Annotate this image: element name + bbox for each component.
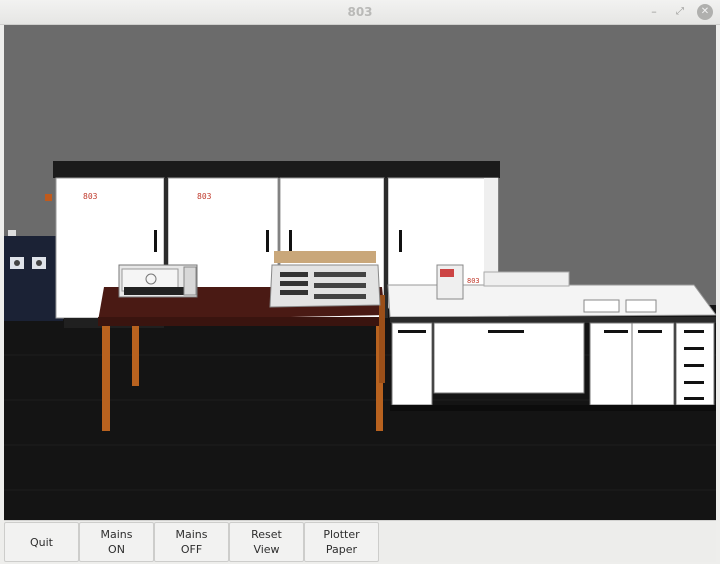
cabinet-label-1: 803: [83, 192, 98, 201]
window-title: 803: [347, 5, 373, 19]
mains-on-label-2: ON: [108, 543, 125, 556]
app-window: 803 – ⤢ ✕ 803 803 803 Quit Mains ON Main…: [0, 0, 720, 564]
plotter-paper-button[interactable]: Plotter Paper: [304, 522, 379, 562]
control-panel-device: [269, 251, 381, 308]
power-box: [4, 230, 63, 321]
3d-scene-viewport[interactable]: 803 803 803: [4, 25, 716, 520]
plotter-paper-label-2: Paper: [325, 543, 358, 556]
mains-on-button[interactable]: Mains ON: [79, 522, 154, 562]
mains-off-label-1: Mains: [175, 528, 208, 541]
mains-off-button[interactable]: Mains OFF: [154, 522, 229, 562]
maximize-icon[interactable]: ⤢: [672, 4, 688, 20]
cabinet-label-2: 803: [197, 192, 212, 201]
mains-on-label-1: Mains: [100, 528, 133, 541]
console-instrument: [436, 264, 464, 300]
reset-view-label-1: Reset: [251, 528, 282, 541]
bottom-toolbar: Quit Mains ON Mains OFF Reset View Plott…: [4, 520, 716, 562]
reset-view-label-2: View: [253, 543, 280, 556]
wall-switch: [45, 194, 52, 201]
quit-button[interactable]: Quit: [4, 522, 79, 562]
title-bar[interactable]: 803 – ⤢ ✕: [0, 0, 720, 25]
console-label: 803: [467, 277, 480, 285]
quit-button-label: Quit: [30, 535, 53, 549]
plotter-paper-label-1: Plotter: [323, 528, 360, 541]
minimize-icon[interactable]: –: [646, 4, 662, 20]
reset-view-button[interactable]: Reset View: [229, 522, 304, 562]
mains-off-label-2: OFF: [180, 543, 203, 556]
close-icon[interactable]: ✕: [697, 4, 713, 20]
teleprinter-device: [118, 264, 198, 298]
